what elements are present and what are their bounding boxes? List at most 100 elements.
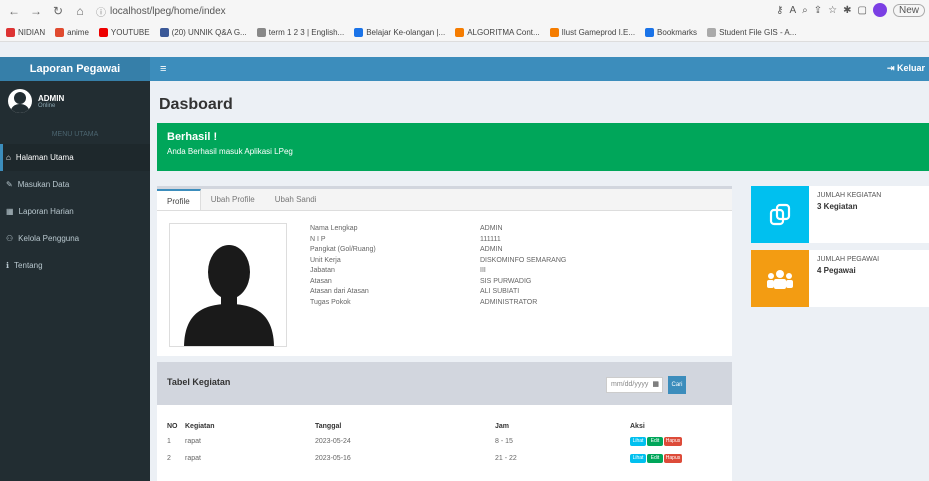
date-filter-input[interactable]: mm/dd/yyyy ▦ <box>606 377 663 393</box>
bookmark-item[interactable]: Ilust Gameprod I.E... <box>549 27 635 37</box>
reload-icon[interactable]: ↻ <box>50 3 66 19</box>
sidepanel-icon[interactable]: ▢ <box>858 5 867 16</box>
view-button[interactable]: Lihat <box>630 454 646 463</box>
cell-tanggal: 2023-05-16 <box>315 455 351 462</box>
bookmark-item[interactable]: anime <box>55 27 89 37</box>
user-name: ADMIN <box>38 93 65 103</box>
user-status: Online <box>38 102 56 109</box>
profile-row: Atasan SIS PURWADIG <box>310 278 710 289</box>
bookmark-icon <box>707 27 717 37</box>
profile-row: Tugas Pokok ADMINISTRATOR <box>310 299 710 310</box>
key-icon[interactable]: ⚷ <box>776 5 783 16</box>
bookmark-icon <box>55 27 65 37</box>
profile-key: Atasan dari Atasan <box>310 288 369 295</box>
user-panel: ADMIN Online <box>8 89 64 113</box>
person-silhouette-icon <box>184 245 274 346</box>
profile-avatar[interactable] <box>872 3 887 17</box>
bookmark-item[interactable]: ALGORITMA Cont... <box>455 27 540 37</box>
table-title: Tabel Kegiatan <box>167 377 231 387</box>
date-placeholder: mm/dd/yyyy <box>611 381 649 388</box>
url-text: localhost/lpeg/home/index <box>110 5 226 17</box>
cell-tanggal: 2023-05-24 <box>315 438 351 445</box>
table-body: 1 rapat 2023-05-24 8 - 15 Lihat Edit Hapus 2 rap… <box>167 433 722 467</box>
tab[interactable]: Ubah Profile <box>201 189 265 210</box>
home-icon[interactable]: ⌂ <box>72 3 88 19</box>
user-avatar-icon <box>8 89 32 113</box>
profile-value: ADMINISTRATOR <box>480 298 538 306</box>
new-button[interactable]: New <box>892 3 925 17</box>
edit-icon: ✎ <box>6 180 13 189</box>
bookmark-icon <box>645 27 655 37</box>
bookmark-label: NIDIAN <box>18 27 46 37</box>
alert-message: Anda Berhasil masuk Aplikasi LPeg <box>167 147 293 156</box>
tab[interactable]: Profile <box>157 189 201 210</box>
table-header-row: NO Kegiatan Tanggal Jam Aksi <box>167 419 722 433</box>
profile-value: ADMIN <box>480 246 503 253</box>
tab[interactable]: Ubah Sandi <box>265 189 327 210</box>
bookmark-item[interactable]: (20) UNNIK Q&A G... <box>159 27 247 37</box>
app-brand[interactable]: Laporan Pegawai <box>0 57 150 81</box>
sidebar-item[interactable]: ⚇ Kelola Pengguna <box>0 225 150 252</box>
profile-key: Atasan <box>310 277 332 285</box>
logout-button[interactable]: ⇥ Keluar <box>887 63 925 74</box>
menu-toggle-icon[interactable]: ≡ <box>160 63 166 75</box>
browser-chrome: ← → ↻ ⌂ ⓘ localhost/lpeg/home/index ⚷ A … <box>0 0 929 42</box>
back-icon[interactable]: ← <box>6 3 22 19</box>
address-bar[interactable]: ⓘ localhost/lpeg/home/index <box>96 4 226 19</box>
bookmark-item[interactable]: term 1 2 3 | English... <box>256 27 344 37</box>
stat-jumlah-pegawai: JUMLAH PEGAWAI 4 Pegawai <box>751 250 929 307</box>
stat-label: JUMLAH KEGIATAN <box>817 192 882 199</box>
profile-row: Atasan dari Atasan ALI SUBIATI <box>310 288 710 299</box>
logout-label: Keluar <box>896 63 925 73</box>
bookmark-item[interactable]: Bookmarks <box>645 27 698 37</box>
extensions-icon[interactable]: ✱ <box>843 5 851 16</box>
sidebar-item-label: Laporan Harian <box>18 207 74 216</box>
share-icon[interactable]: ⇪ <box>814 5 822 16</box>
bookmark-label: ALGORITMA Cont... <box>467 27 540 37</box>
sidebar: ADMIN Online MENU UTAMA ⌂ Halaman Utama ✎ M… <box>0 81 150 481</box>
profile-value: III <box>480 267 486 274</box>
column-header: Aksi <box>630 422 645 430</box>
star-icon[interactable]: ☆ <box>828 5 837 16</box>
sidebar-item-label: Tentang <box>14 261 43 270</box>
search-button[interactable]: Cari <box>668 376 686 394</box>
bookmark-item[interactable]: Student File GIS - A... <box>707 27 797 37</box>
profile-box: Profile Ubah Profile Ubah Sandi Nama Lengk… <box>157 186 732 356</box>
info-icon: ⓘ <box>96 7 106 19</box>
sidebar-item[interactable]: ✎ Masukan Data <box>0 171 150 198</box>
info-icon: ℹ <box>6 261 10 270</box>
bookmark-label: (20) UNNIK Q&A G... <box>171 27 247 37</box>
profile-row: Pangkat (Gol/Ruang) ADMIN <box>310 246 710 257</box>
bookmark-item[interactable]: NIDIAN <box>6 27 46 37</box>
sidebar-item-label: Halaman Utama <box>15 153 74 162</box>
calendar-icon: ▦ <box>6 207 14 216</box>
zoom-icon[interactable]: ⌕ <box>802 5 808 16</box>
bookmark-item[interactable]: Belajar Ke-olangan |... <box>354 27 445 37</box>
edit-button[interactable]: Edit <box>647 437 663 446</box>
edit-button[interactable]: Edit <box>647 454 663 463</box>
profile-key: Jabatan <box>310 267 335 274</box>
view-button[interactable]: Lihat <box>630 437 646 446</box>
delete-button[interactable]: Hapus <box>664 454 682 463</box>
profile-key: Unit Kerja <box>310 256 341 264</box>
bookmark-label: Student File GIS - A... <box>719 27 797 37</box>
sidebar-item[interactable]: ℹ Tentang <box>0 252 150 279</box>
bookmark-label: Bookmarks <box>657 27 698 37</box>
calendar-icon[interactable]: ▦ <box>652 378 659 392</box>
column-header: Jam <box>495 422 510 430</box>
profile-value: ADMIN <box>480 225 503 232</box>
cell-no: 2 <box>167 455 171 462</box>
profile-photo <box>169 223 287 347</box>
profile-value: DISKOMINFO SEMARANG <box>480 256 567 264</box>
copy-icon <box>769 203 791 225</box>
sidebar-item[interactable]: ▦ Laporan Harian <box>0 198 150 225</box>
sidebar-item[interactable]: ⌂ Halaman Utama <box>0 144 150 171</box>
bookmark-item[interactable]: YOUTUBE <box>98 27 150 37</box>
translate-icon[interactable]: A <box>790 5 797 16</box>
bookmarks-bar: NIDIAN anime YOUTUBE (20) UNNIK Q&A G... ter… <box>0 22 929 42</box>
cell-kegiatan: rapat <box>185 455 201 462</box>
users-icon: ⚇ <box>6 234 14 243</box>
delete-button[interactable]: Hapus <box>664 437 682 446</box>
top-navbar: ≡ ⇥ Keluar <box>150 57 929 81</box>
forward-icon[interactable]: → <box>28 3 44 19</box>
